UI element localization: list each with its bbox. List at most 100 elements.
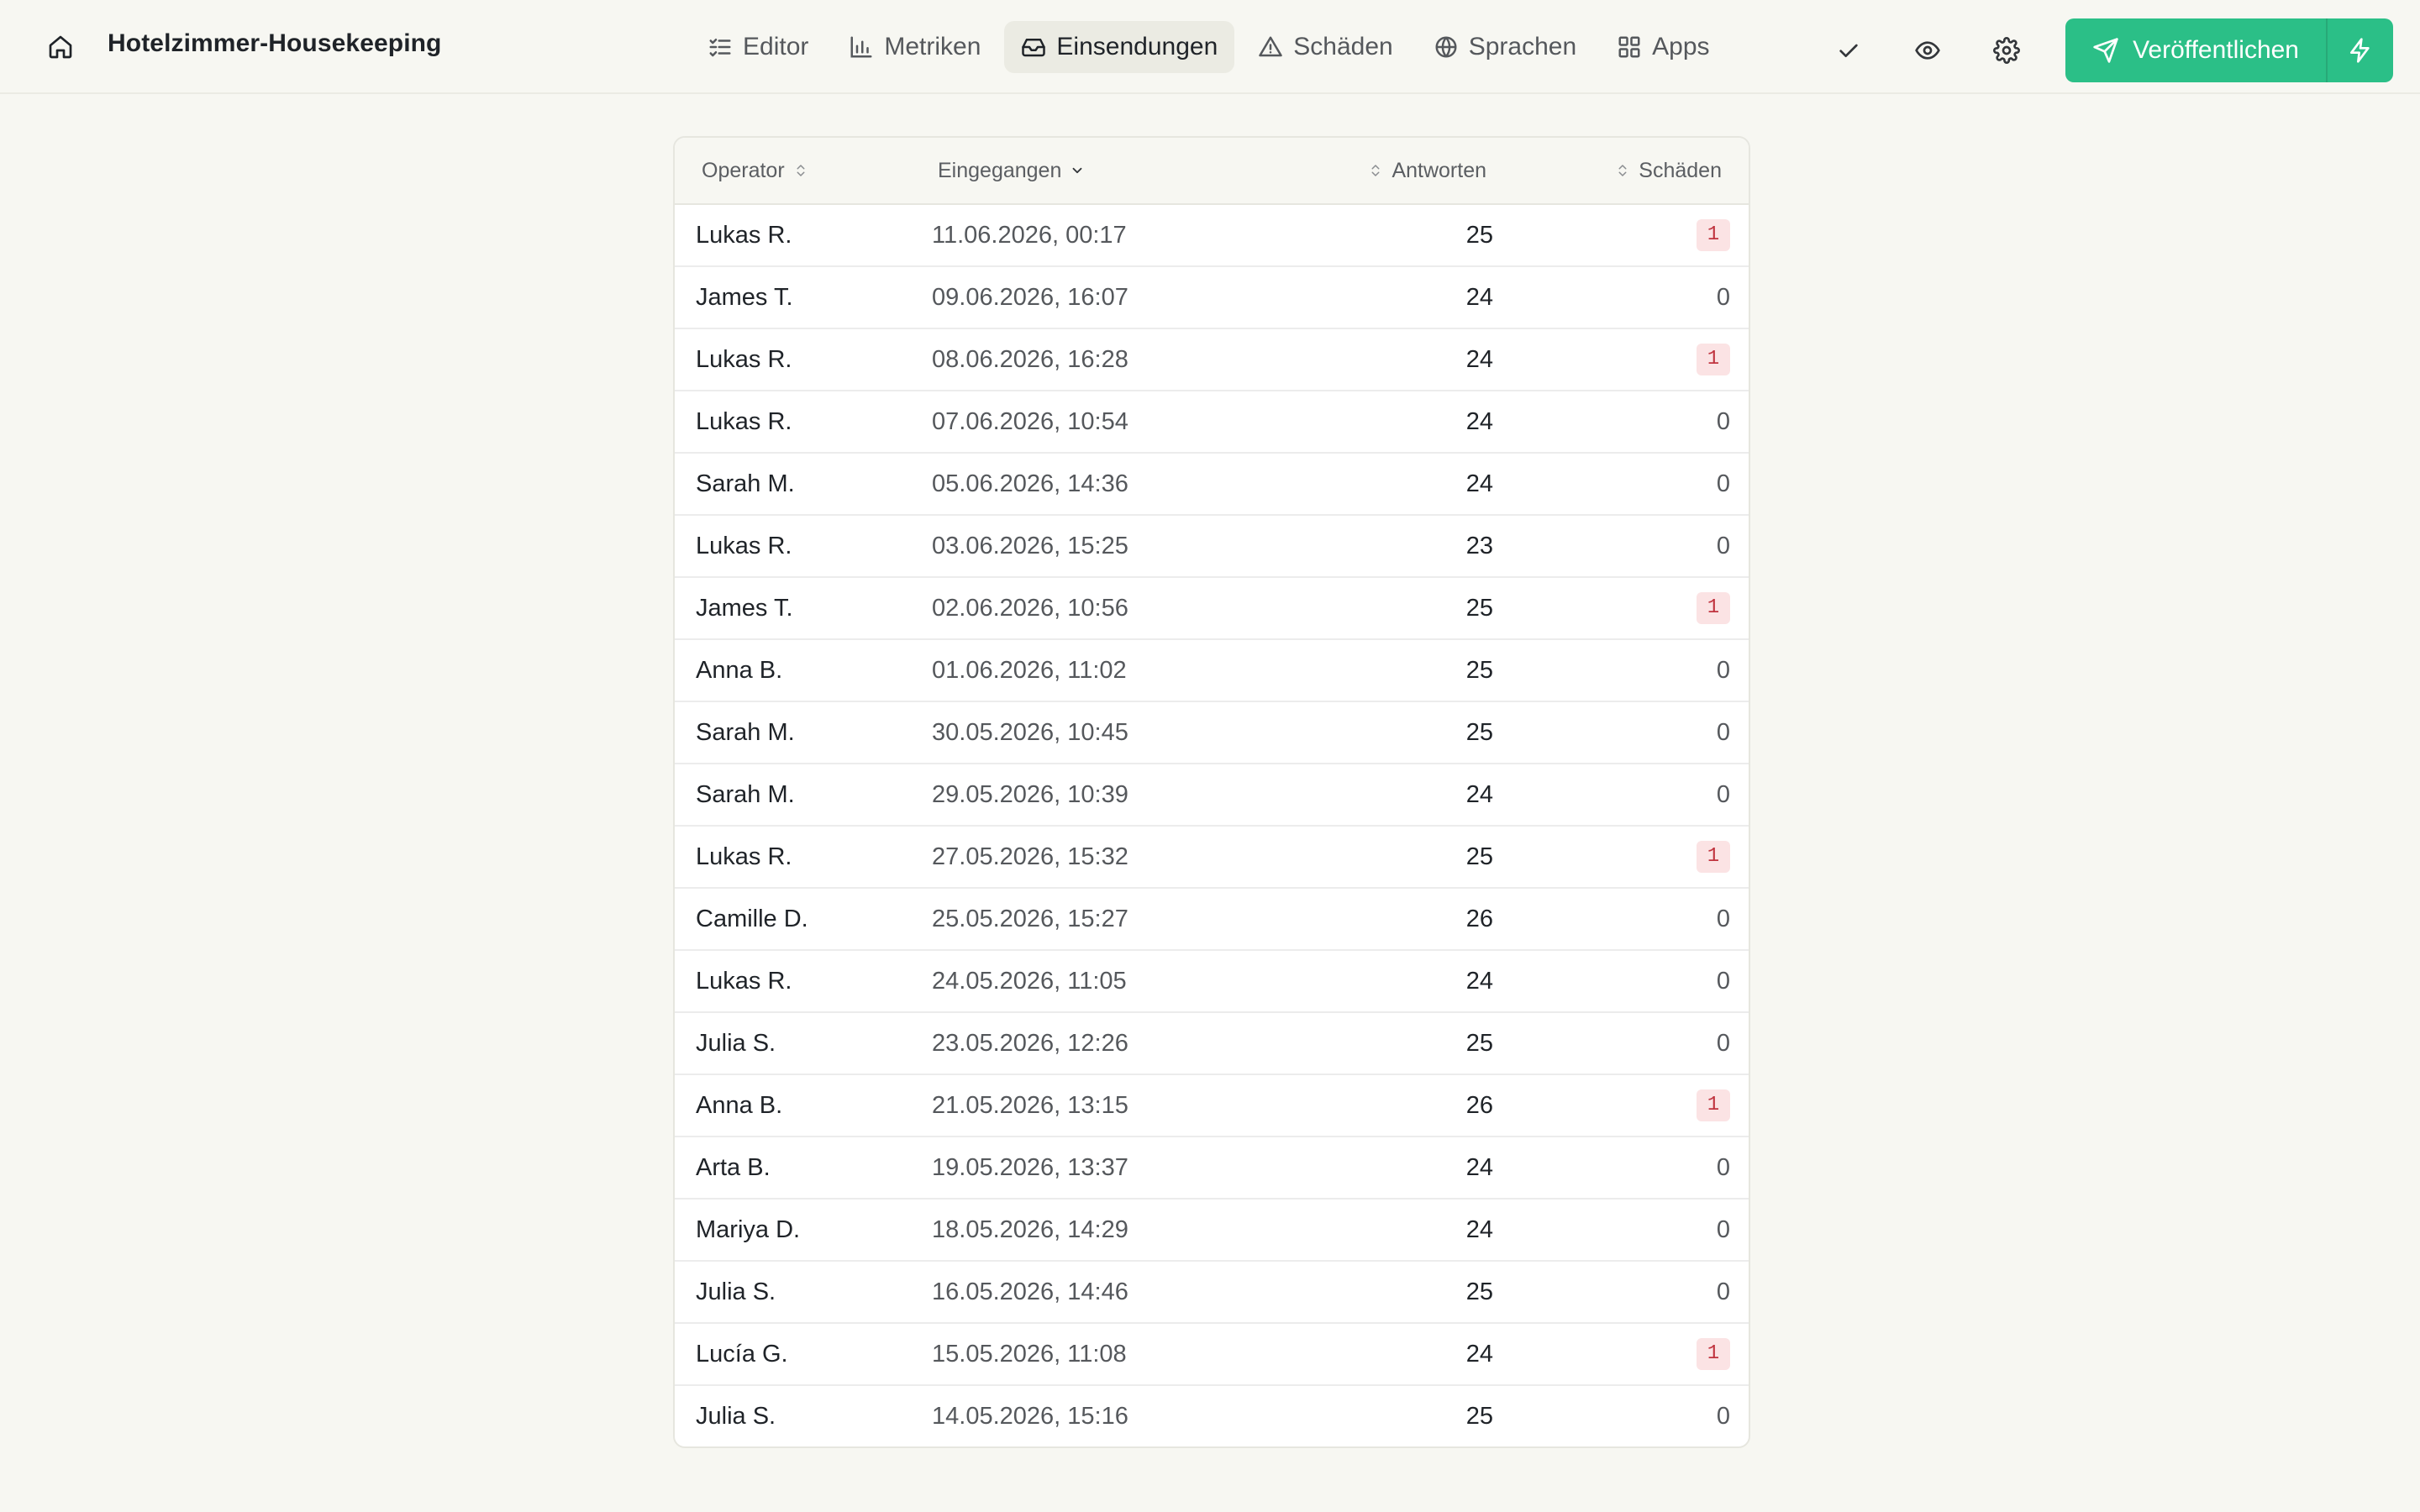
damages-cell: 1: [1697, 329, 1730, 390]
toolbar-actions: Veröffentlichen: [1823, 18, 2393, 82]
quick-publish-button[interactable]: [2328, 18, 2393, 82]
tab-label: Sprachen: [1468, 33, 1577, 60]
answers-cell: 25: [1465, 1278, 1493, 1305]
operator-cell: James T.: [696, 283, 793, 311]
received-cell: 21.05.2026, 13:15: [932, 1091, 1128, 1119]
table-row[interactable]: Lukas R. 07.06.2026, 10:54 24 0: [675, 391, 1749, 454]
table-row[interactable]: Lukas R. 27.05.2026, 15:32 25 1: [675, 827, 1749, 889]
damage-count-badge: 1: [1697, 1089, 1730, 1121]
damage-count-badge: 1: [1697, 841, 1730, 873]
operator-cell: Lukas R.: [696, 967, 792, 995]
validate-button[interactable]: [1823, 25, 1874, 76]
home-button[interactable]: [42, 29, 79, 66]
tab-submissions[interactable]: Einsendungen: [1004, 21, 1235, 73]
damages-cell: 0: [1716, 1153, 1730, 1181]
answers-cell: 24: [1465, 407, 1493, 435]
operator-cell: Lukas R.: [696, 407, 792, 435]
operator-cell: James T.: [696, 594, 793, 622]
operator-cell: Lukas R.: [696, 345, 792, 373]
table-row[interactable]: Lukas R. 24.05.2026, 11:05 24 0: [675, 951, 1749, 1013]
received-cell: 03.06.2026, 15:25: [932, 532, 1128, 559]
operator-cell: Julia S.: [696, 1402, 776, 1430]
operator-cell: Arta B.: [696, 1153, 771, 1181]
answers-cell: 25: [1465, 1402, 1493, 1430]
page-title: Hotelzimmer-Housekeeping: [108, 29, 442, 57]
submissions-table: Operator Eingegangen Antworten Schäden L…: [673, 136, 1750, 1448]
damages-cell: 0: [1716, 1029, 1730, 1057]
operator-cell: Camille D.: [696, 905, 808, 932]
publish-button-group: Veröffentlichen: [2065, 18, 2393, 82]
chevron-down-icon: [1072, 167, 1082, 174]
table-row[interactable]: Camille D. 25.05.2026, 15:27 26 0: [675, 889, 1749, 951]
received-cell: 19.05.2026, 13:37: [932, 1153, 1128, 1181]
table-row[interactable]: Arta B. 19.05.2026, 13:37 24 0: [675, 1137, 1749, 1200]
answers-cell: 25: [1465, 656, 1493, 684]
answers-cell: 26: [1465, 905, 1493, 932]
answers-cell: 24: [1465, 780, 1493, 808]
table-row[interactable]: Julia S. 16.05.2026, 14:46 25 0: [675, 1262, 1749, 1324]
eye-icon: [1915, 41, 1940, 60]
tab-damages[interactable]: Schäden: [1241, 21, 1409, 73]
globe-icon: [1435, 36, 1457, 58]
tab-metrics[interactable]: Metriken: [832, 21, 997, 73]
table-row[interactable]: Lukas R. 08.06.2026, 16:28 24 1: [675, 329, 1749, 391]
inbox-icon: [1022, 39, 1046, 57]
column-header-label: Schäden: [1639, 158, 1722, 182]
table-row[interactable]: Lucía G. 15.05.2026, 11:08 24 1: [675, 1324, 1749, 1386]
column-header-label: Antworten: [1392, 158, 1486, 182]
column-header-damages[interactable]: Schäden: [1615, 138, 1722, 203]
received-cell: 01.06.2026, 11:02: [932, 656, 1127, 684]
settings-button[interactable]: [1981, 25, 2032, 76]
damages-cell: 1: [1697, 578, 1730, 638]
table-row[interactable]: Sarah M. 05.06.2026, 14:36 24 0: [675, 454, 1749, 516]
received-cell: 08.06.2026, 16:28: [932, 345, 1128, 373]
warning-triangle-icon: [1259, 36, 1283, 57]
damage-count-badge: 1: [1697, 219, 1730, 251]
received-cell: 02.06.2026, 10:56: [932, 594, 1128, 622]
damages-cell: 0: [1716, 656, 1730, 684]
table-row[interactable]: James T. 02.06.2026, 10:56 25 1: [675, 578, 1749, 640]
column-header-answers[interactable]: Antworten: [1368, 138, 1486, 203]
table-row[interactable]: Mariya D. 18.05.2026, 14:29 24 0: [675, 1200, 1749, 1262]
table-row[interactable]: Anna B. 21.05.2026, 13:15 26 1: [675, 1075, 1749, 1137]
tab-languages[interactable]: Sprachen: [1417, 21, 1593, 73]
operator-cell: Sarah M.: [696, 718, 795, 746]
damages-cell: 0: [1716, 780, 1730, 808]
tab-label: Editor: [743, 33, 809, 60]
answers-cell: 24: [1465, 283, 1493, 311]
damages-cell: 1: [1697, 205, 1730, 265]
sort-icon: [797, 165, 805, 176]
preview-button[interactable]: [1902, 25, 1953, 76]
damages-cell: 0: [1716, 532, 1730, 559]
table-row[interactable]: Lukas R. 11.06.2026, 00:17 25 1: [675, 205, 1749, 267]
table-row[interactable]: Lukas R. 03.06.2026, 15:25 23 0: [675, 516, 1749, 578]
operator-cell: Mariya D.: [696, 1215, 801, 1243]
operator-cell: Julia S.: [696, 1278, 776, 1305]
answers-cell: 24: [1465, 1340, 1493, 1368]
received-cell: 09.06.2026, 16:07: [932, 283, 1128, 311]
damages-cell: 0: [1716, 407, 1730, 435]
received-cell: 18.05.2026, 14:29: [932, 1215, 1128, 1243]
table-row[interactable]: Sarah M. 29.05.2026, 10:39 24 0: [675, 764, 1749, 827]
table-row[interactable]: Julia S. 14.05.2026, 15:16 25 0: [675, 1386, 1749, 1446]
tab-apps[interactable]: Apps: [1600, 21, 1726, 73]
table-row[interactable]: Anna B. 01.06.2026, 11:02 25 0: [675, 640, 1749, 702]
received-cell: 24.05.2026, 11:05: [932, 967, 1127, 995]
publish-button[interactable]: Veröffentlichen: [2065, 18, 2328, 82]
table-header: Operator Eingegangen Antworten Schäden: [675, 138, 1749, 205]
answers-cell: 26: [1465, 1091, 1493, 1119]
received-cell: 07.06.2026, 10:54: [932, 407, 1128, 435]
column-header-operator[interactable]: Operator: [702, 138, 808, 203]
table-body: Lukas R. 11.06.2026, 00:17 25 1 James T. 09.0…: [675, 205, 1749, 1446]
answers-cell: 25: [1465, 843, 1493, 870]
operator-cell: Julia S.: [696, 1029, 776, 1057]
operator-cell: Lukas R.: [696, 221, 792, 249]
tab-label: Apps: [1652, 33, 1710, 60]
tab-editor[interactable]: Editor: [691, 21, 825, 73]
received-cell: 23.05.2026, 12:26: [932, 1029, 1128, 1057]
table-row[interactable]: Sarah M. 30.05.2026, 10:45 25 0: [675, 702, 1749, 764]
damages-cell: 1: [1697, 827, 1730, 887]
table-row[interactable]: Julia S. 23.05.2026, 12:26 25 0: [675, 1013, 1749, 1075]
table-row[interactable]: James T. 09.06.2026, 16:07 24 0: [675, 267, 1749, 329]
column-header-received[interactable]: Eingegangen: [938, 138, 1085, 203]
